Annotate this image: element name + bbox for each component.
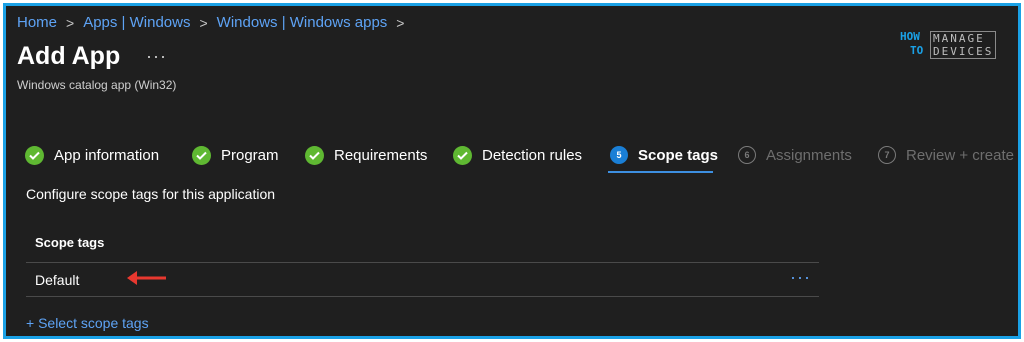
step-label: Requirements xyxy=(334,146,428,164)
step-scope-tags[interactable]: 5 Scope tags xyxy=(610,142,718,168)
app-frame: Home > Apps | Windows > Windows | Window… xyxy=(3,3,1021,339)
step-review-create[interactable]: 7 Review + create xyxy=(878,142,1014,168)
active-step-underline xyxy=(608,171,713,173)
step-label: Assignments xyxy=(766,146,852,164)
breadcrumb-separator: > xyxy=(396,14,405,31)
step-number-badge: 5 xyxy=(610,146,628,164)
scope-tag-name: Default xyxy=(35,272,80,288)
step-number-badge: 7 xyxy=(878,146,896,164)
red-arrow-icon xyxy=(127,271,166,285)
step-requirements[interactable]: Requirements xyxy=(305,142,427,168)
page-title: Add App xyxy=(17,42,121,70)
step-detection-rules[interactable]: Detection rules xyxy=(453,142,582,168)
breadcrumb-separator: > xyxy=(66,14,75,31)
step-label: Detection rules xyxy=(482,146,583,164)
step-label: App information xyxy=(54,146,160,164)
check-icon xyxy=(453,145,472,165)
step-app-information[interactable]: App information xyxy=(25,142,159,168)
logo-line-1: MANAGE xyxy=(933,32,985,45)
breadcrumb-apps-windows[interactable]: Apps | Windows xyxy=(83,14,190,31)
logo-box: MANAGE DEVICES xyxy=(930,31,997,59)
section-description: Configure scope tags for this applicatio… xyxy=(26,186,276,202)
step-label: Program xyxy=(221,146,279,164)
howtomanagedevices-logo: HOW TO MANAGE DEVICES xyxy=(900,31,1000,65)
logo-line-2: DEVICES xyxy=(933,45,994,58)
step-program[interactable]: Program xyxy=(192,142,279,168)
step-label: Scope tags xyxy=(638,146,719,164)
table-column-header: Scope tags xyxy=(35,235,105,250)
step-assignments[interactable]: 6 Assignments xyxy=(738,142,852,168)
breadcrumb: Home > Apps | Windows > Windows | Window… xyxy=(17,14,413,31)
breadcrumb-windows-apps[interactable]: Windows | Windows apps xyxy=(217,14,388,31)
check-icon xyxy=(192,145,211,165)
table-row: Default ··· xyxy=(26,263,819,296)
page-subtitle: Windows catalog app (Win32) xyxy=(17,78,177,92)
breadcrumb-home[interactable]: Home xyxy=(17,14,57,31)
breadcrumb-separator: > xyxy=(199,14,208,31)
table-divider xyxy=(26,296,819,297)
more-options-button[interactable]: ··· xyxy=(146,46,167,67)
step-label: Review + create xyxy=(906,146,1014,164)
logo-how-text: HOW xyxy=(900,30,920,43)
check-icon xyxy=(305,145,324,165)
step-number-badge: 6 xyxy=(738,146,756,164)
select-scope-tags-link[interactable]: + Select scope tags xyxy=(26,315,149,331)
logo-to-text: TO xyxy=(910,44,924,57)
check-icon xyxy=(25,145,44,165)
row-more-options-button[interactable]: ··· xyxy=(790,267,811,288)
